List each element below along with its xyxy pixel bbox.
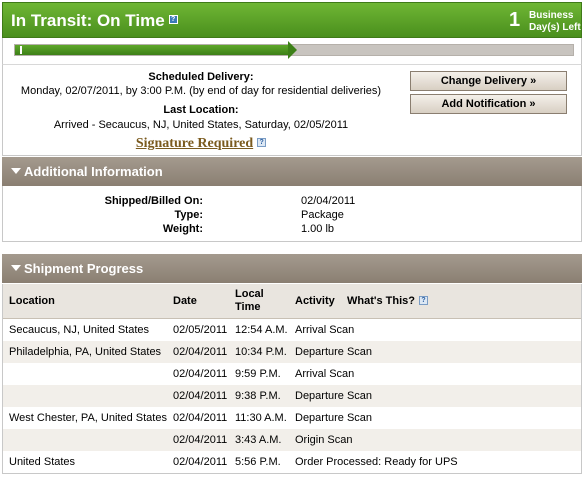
help-icon[interactable]: ? bbox=[257, 138, 267, 147]
status-title-wrap: In Transit: On Time? bbox=[11, 11, 178, 31]
row-date: 02/05/2011 bbox=[173, 324, 228, 336]
shipment-progress-table: Location Date Local Time Activity What's… bbox=[2, 284, 582, 474]
column-header-location: Location bbox=[9, 295, 55, 307]
days-left-number: 1 bbox=[509, 9, 521, 31]
row-date: 02/04/2011 bbox=[173, 456, 228, 468]
change-delivery-button[interactable]: Change Delivery » bbox=[410, 71, 567, 91]
row-time: 9:59 P.M. bbox=[235, 368, 281, 380]
row-activity: Order Processed: Ready for UPS bbox=[295, 456, 458, 468]
table-row: 02/04/2011 9:38 P.M. Departure Scan bbox=[3, 385, 581, 407]
row-date: 02/04/2011 bbox=[173, 346, 228, 358]
triangle-down-icon bbox=[11, 168, 21, 174]
weight-label: Weight: bbox=[162, 223, 203, 235]
days-left-label-line2: Day(s) Left bbox=[529, 22, 581, 33]
days-left-label: Business Day(s) Left bbox=[529, 10, 581, 34]
row-date: 02/04/2011 bbox=[173, 368, 228, 380]
shipment-progress-header[interactable]: Shipment Progress bbox=[2, 254, 582, 283]
status-title: In Transit: On Time bbox=[11, 11, 165, 30]
shipped-billed-label: Shipped/Billed On: bbox=[104, 195, 203, 207]
table-row: Secaucus, NJ, United States 02/05/2011 1… bbox=[3, 319, 581, 341]
help-icon[interactable]: ? bbox=[168, 15, 178, 24]
table-row: West Chester, PA, United States 02/04/20… bbox=[3, 407, 581, 429]
table-row: 02/04/2011 9:59 P.M. Arrival Scan bbox=[3, 363, 581, 385]
signature-required-link[interactable]: Signature Required bbox=[136, 136, 253, 151]
progress-bar-area bbox=[2, 38, 582, 64]
type-label: Type: bbox=[174, 209, 203, 221]
row-location: Philadelphia, PA, United States bbox=[9, 346, 162, 358]
additional-info-panel: Shipped/Billed On: 02/04/2011 Type: Pack… bbox=[2, 186, 582, 242]
row-time: 5:56 P.M. bbox=[235, 456, 281, 468]
shipped-billed-value: 02/04/2011 bbox=[301, 195, 356, 207]
row-date: 02/04/2011 bbox=[173, 390, 228, 402]
type-value: Package bbox=[301, 209, 344, 221]
row-activity: Departure Scan bbox=[295, 390, 373, 402]
triangle-down-icon bbox=[11, 265, 21, 271]
row-date: 02/04/2011 bbox=[173, 434, 228, 446]
row-activity: Origin Scan bbox=[295, 434, 353, 446]
column-header-activity: Activity bbox=[295, 295, 335, 307]
shipment-progress-title: Shipment Progress bbox=[24, 261, 144, 276]
last-location-label: Last Location: bbox=[163, 104, 239, 116]
column-header-local-time-line1: Local bbox=[235, 288, 264, 300]
whats-this-label[interactable]: What's This? bbox=[347, 295, 415, 307]
scheduled-delivery-value: Monday, 02/07/2011, by 3:00 P.M. (by end… bbox=[20, 85, 382, 97]
table-row: Philadelphia, PA, United States 02/04/20… bbox=[3, 341, 581, 363]
progress-start-marker bbox=[20, 46, 22, 54]
row-location: Secaucus, NJ, United States bbox=[9, 324, 150, 336]
table-row: 02/04/2011 3:43 A.M. Origin Scan bbox=[3, 429, 581, 451]
row-time: 10:34 P.M. bbox=[235, 346, 287, 358]
row-time: 12:54 A.M. bbox=[235, 324, 288, 336]
progress-arrow-icon bbox=[288, 41, 297, 59]
row-time: 9:38 P.M. bbox=[235, 390, 281, 402]
column-header-local-time: Local Time bbox=[235, 288, 264, 314]
row-activity: Departure Scan bbox=[295, 346, 373, 358]
progress-bar bbox=[14, 41, 574, 59]
progress-bar-fill bbox=[15, 45, 288, 55]
last-location-value: Arrived - Secaucus, NJ, United States, S… bbox=[53, 119, 349, 131]
status-header: In Transit: On Time? 1 Business Day(s) L… bbox=[2, 2, 582, 38]
whats-this-link[interactable]: What's This?? bbox=[347, 295, 429, 307]
row-time: 11:30 A.M. bbox=[235, 412, 287, 424]
table-header-row: Location Date Local Time Activity What's… bbox=[3, 284, 581, 319]
additional-info-header[interactable]: Additional Information bbox=[2, 157, 582, 186]
row-location: West Chester, PA, United States bbox=[9, 412, 167, 424]
row-date: 02/04/2011 bbox=[173, 412, 228, 424]
column-header-local-time-line2: Time bbox=[235, 301, 261, 313]
help-icon[interactable]: ? bbox=[419, 296, 429, 305]
scheduled-delivery-label: Scheduled Delivery: bbox=[148, 71, 254, 83]
row-time: 3:43 A.M. bbox=[235, 434, 282, 446]
row-location: United States bbox=[9, 456, 76, 468]
weight-value: 1.00 lb bbox=[301, 223, 335, 235]
days-left-label-line1: Business bbox=[529, 10, 574, 21]
additional-info-title: Additional Information bbox=[24, 164, 163, 179]
add-notification-button[interactable]: Add Notification » bbox=[410, 94, 567, 114]
table-row: United States 02/04/2011 5:56 P.M. Order… bbox=[3, 451, 581, 473]
row-activity: Arrival Scan bbox=[295, 324, 355, 336]
column-header-date: Date bbox=[173, 295, 197, 307]
signature-required-row: Signature Required? bbox=[3, 136, 399, 152]
row-activity: Departure Scan bbox=[295, 412, 373, 424]
delivery-info-panel: Scheduled Delivery: Monday, 02/07/2011, … bbox=[2, 64, 582, 156]
row-activity: Arrival Scan bbox=[295, 368, 355, 380]
